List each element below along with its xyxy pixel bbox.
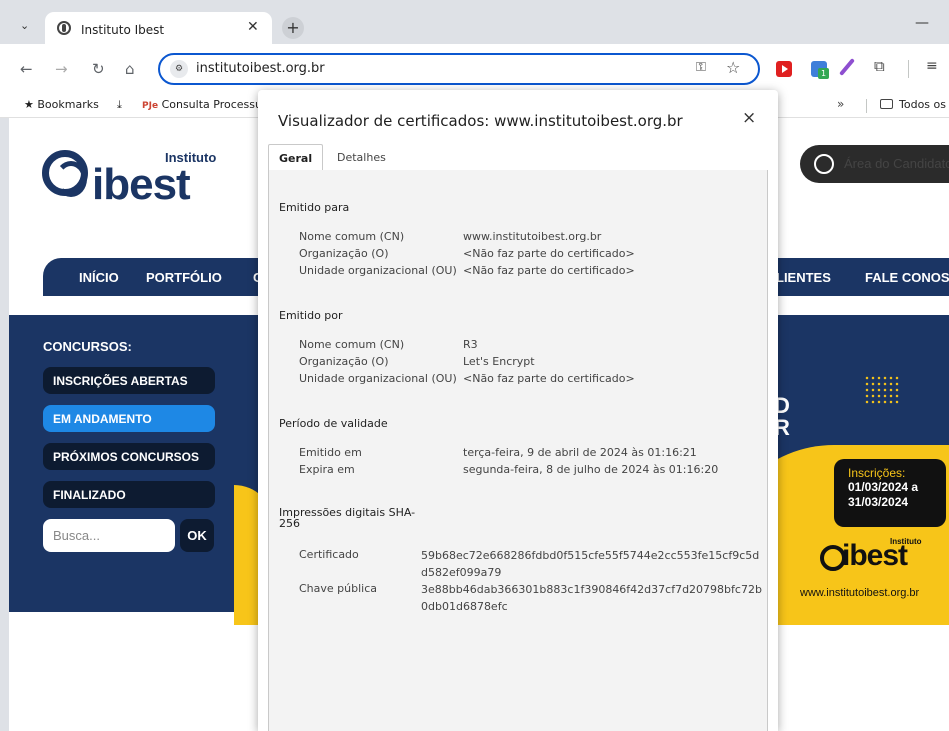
validity-heading: Período de validade xyxy=(279,417,388,430)
issued-by-cn-label: Nome comum (CN) xyxy=(299,338,405,351)
toolbar-divider xyxy=(908,60,909,78)
menu-finalizado[interactable]: FINALIZADO xyxy=(43,481,215,508)
new-tab-button[interactable]: + xyxy=(282,17,304,39)
bookmark-all-label: Todos os xyxy=(899,98,946,111)
issued-by-ou-value: <Não faz parte do certificado> xyxy=(463,372,635,385)
issued-to-o-value: <Não faz parte do certificado> xyxy=(463,247,635,260)
inscricoes-title: Inscrições: xyxy=(848,466,906,480)
bookmark-star-icon[interactable]: ☆ xyxy=(726,58,740,77)
logo-big-text: ibest xyxy=(92,160,191,209)
nav-fale-conosco[interactable]: FALE CONOS xyxy=(865,270,949,285)
pubkey-fingerprint-value: 3e88bb46dab366301b883c1f390846f42d37cf7d… xyxy=(421,583,762,613)
pen-extension-icon[interactable] xyxy=(839,58,855,76)
bookmarks-divider xyxy=(866,99,867,113)
reading-list-icon[interactable]: ≡ xyxy=(926,58,938,74)
bookmark-consulta-label: Consulta Processu xyxy=(161,98,262,111)
user-icon xyxy=(814,154,834,174)
browser-toolbar: ← → ↻ ⌂ ⚙ institutoibest.org.br ⚿ ☆ ⧉ ≡ xyxy=(0,44,949,94)
tab-geral[interactable]: Geral xyxy=(268,144,324,171)
issued-on-value: terça-feira, 9 de abril de 2024 às 01:16… xyxy=(463,446,697,459)
candidate-area-label: Área do Candidato xyxy=(844,156,949,171)
banner-logo-big: ibest xyxy=(842,539,908,572)
certificate-viewer-dialog: Visualizador de certificados: www.instit… xyxy=(258,90,778,731)
tab-close-icon[interactable]: ✕ xyxy=(247,19,259,35)
concursos-heading: CONCURSOS: xyxy=(43,339,132,354)
dialog-title: Visualizador de certificados: www.instit… xyxy=(278,112,683,130)
nav-inicio[interactable]: INÍCIO xyxy=(79,270,119,285)
issued-by-o-label: Organização (O) xyxy=(299,355,389,368)
menu-proximos-concursos[interactable]: PRÓXIMOS CONCURSOS xyxy=(43,443,215,470)
download-icon[interactable]: ⤓ xyxy=(117,98,122,112)
issued-by-ou-label: Unidade organizacional (OU) xyxy=(299,372,457,385)
fingerprints-heading: Impressões digitais SHA-256 xyxy=(279,506,416,530)
nav-clientes[interactable]: LIENTES xyxy=(776,270,831,285)
tab-search-chevron-icon[interactable]: ⌄ xyxy=(20,19,29,32)
forward-arrow-icon[interactable]: → xyxy=(55,60,68,78)
nav-portfolio[interactable]: PORTFÓLIO xyxy=(146,270,222,285)
tab-active[interactable]: Instituto Ibest ✕ xyxy=(45,12,272,46)
minimize-icon[interactable]: — xyxy=(915,15,929,31)
issued-to-heading: Emitido para xyxy=(279,201,350,214)
expires-on-label: Expira em xyxy=(299,463,355,476)
issued-to-ou-value: <Não faz parte do certificado> xyxy=(463,264,635,277)
browser-window: ⌄ Instituto Ibest ✕ + — ← → ↻ ⌂ ⚙ instit… xyxy=(0,0,949,731)
reload-icon[interactable]: ↻ xyxy=(92,60,105,78)
bookmarks-menu[interactable]: ★ Bookmarks xyxy=(24,98,99,111)
issued-to-cn-value: www.institutoibest.org.br xyxy=(463,230,602,243)
home-icon[interactable]: ⌂ xyxy=(125,60,135,78)
extensions-puzzle-icon[interactable]: ⧉ xyxy=(874,57,885,75)
dialog-body: Emitido para Nome comum (CN) www.institu… xyxy=(268,170,768,731)
banner-dots xyxy=(864,375,900,405)
issued-by-o-value: Let's Encrypt xyxy=(463,355,535,368)
issued-by-heading: Emitido por xyxy=(279,309,343,322)
inscricoes-dates: 01/03/2024 a 31/03/2024 xyxy=(848,480,919,509)
issued-on-label: Emitido em xyxy=(299,446,362,459)
tab-title: Instituto Ibest xyxy=(81,23,165,37)
issued-to-cn-label: Nome comum (CN) xyxy=(299,230,405,243)
address-bar[interactable]: ⚙ institutoibest.org.br ⚿ ☆ xyxy=(158,53,760,85)
issued-to-o-label: Organização (O) xyxy=(299,247,389,260)
banner-site-url: www.institutoibest.org.br xyxy=(800,587,920,599)
folder-icon xyxy=(880,99,893,109)
search-input[interactable]: Busca... xyxy=(43,519,175,552)
dev-extension-icon[interactable] xyxy=(811,61,829,79)
address-url[interactable]: institutoibest.org.br xyxy=(196,61,325,76)
tab-detalhes[interactable]: Detalhes xyxy=(327,144,396,171)
password-key-icon[interactable]: ⚿ xyxy=(696,60,706,75)
expires-on-value: segunda-feira, 8 de julho de 2024 às 01:… xyxy=(463,463,719,476)
site-info-icon[interactable]: ⚙ xyxy=(170,60,188,78)
menu-em-andamento[interactable]: EM ANDAMENTO xyxy=(43,405,215,432)
menu-inscricoes-abertas[interactable]: INSCRIÇÕES ABERTAS xyxy=(43,367,215,394)
bookmarks-label: Bookmarks xyxy=(37,98,99,111)
pubkey-fingerprint-label: Chave pública xyxy=(299,582,378,595)
back-arrow-icon[interactable]: ← xyxy=(20,60,33,78)
issued-to-ou-label: Unidade organizacional (OU) xyxy=(299,264,457,277)
youtube-extension-icon[interactable] xyxy=(776,61,792,77)
bookmark-consulta[interactable]: PJe Consulta Processu xyxy=(142,98,262,111)
issued-by-cn-value: R3 xyxy=(463,338,478,351)
site-favicon-icon xyxy=(57,21,71,35)
cert-fingerprint-value: 59b68ec72e668286fdbd0f515cfe55f5744e2cc5… xyxy=(421,549,760,579)
tab-strip: ⌄ Instituto Ibest ✕ + — xyxy=(0,0,949,46)
bookmarks-overflow-chevron-icon[interactable]: » xyxy=(837,97,844,111)
cert-fingerprint-label: Certificado xyxy=(299,548,359,561)
dialog-tabs: Geral Detalhes xyxy=(268,144,768,171)
logo-mark-icon xyxy=(42,150,88,197)
inscricoes-badge: Inscrições: 01/03/2024 a 31/03/2024 xyxy=(834,459,946,527)
candidate-area-button[interactable]: Área do Candidato xyxy=(800,145,949,183)
search-ok-button[interactable]: OK xyxy=(180,519,214,552)
dialog-close-icon[interactable]: × xyxy=(742,108,756,128)
bookmark-all-folder[interactable]: Todos os xyxy=(880,98,946,111)
